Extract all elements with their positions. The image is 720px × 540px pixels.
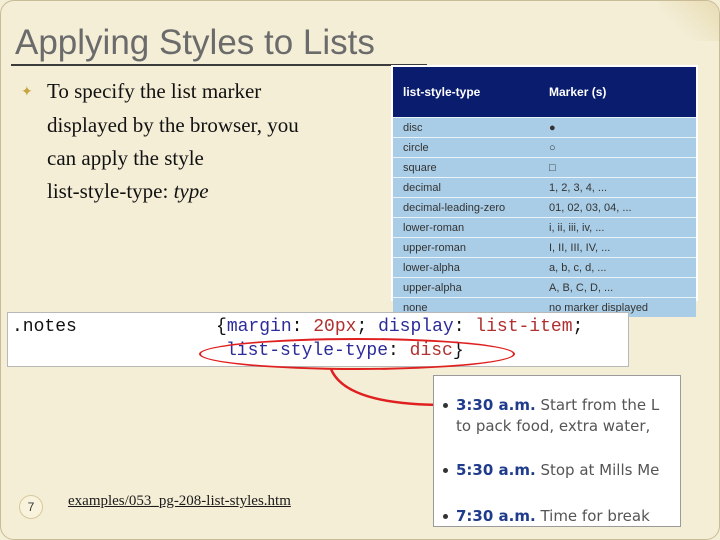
code-line-1: {margin: 20px; display: list-item; <box>216 317 583 337</box>
table-row: decimal-leading-zero 01, 02, 03, 04, ... <box>393 197 696 217</box>
list-style-table: list-style-type Marker (s) disc ● circle ○ s… <box>391 65 698 317</box>
bullet-line-4-italic: type <box>173 179 209 203</box>
table-cell-type: upper-alpha <box>403 281 462 294</box>
table-cell-type: lower-roman <box>403 221 465 234</box>
table-cell-marker: ○ <box>549 141 556 154</box>
list-item: 7:30 a.m. Time for break <box>443 507 650 525</box>
highlight-oval <box>199 338 515 370</box>
code-prop-display: display <box>378 317 454 337</box>
slide: Applying Styles to Lists ✦ To specify the… <box>0 0 720 540</box>
code-semi-2: ; <box>572 317 584 337</box>
table-row: lower-roman i, ii, iii, iv, ... <box>393 217 696 237</box>
bullet-icon: ✦ <box>21 85 33 100</box>
bullet-line-4: list-style-type: <box>47 179 174 203</box>
code-prop-margin: margin <box>226 317 292 337</box>
table-header-marker: Marker (s) <box>549 85 607 99</box>
item-time: 5:30 a.m. <box>456 461 536 479</box>
table-cell-type: lower-alpha <box>403 261 460 274</box>
table-cell-type: decimal <box>403 181 441 194</box>
bullet-text: ✦ To specify the list marker displayed by… <box>21 75 381 208</box>
list-preview: 3:30 a.m. Start from the L to pack food,… <box>433 375 681 527</box>
table-cell-marker: 1, 2, 3, 4, ... <box>549 181 608 194</box>
item-text: Stop at Mills Me <box>535 461 660 479</box>
code-brace-open: { <box>216 317 227 337</box>
table-row: upper-roman I, II, III, IV, ... <box>393 237 696 257</box>
code-colon-2: : <box>453 317 476 337</box>
bullet-line-1: To specify the list marker <box>47 79 262 103</box>
table-row: circle ○ <box>393 137 696 157</box>
table-cell-type: square <box>403 161 437 174</box>
bullet-line-3: can apply the style <box>47 146 204 170</box>
code-val-display: list-item <box>475 317 573 337</box>
table-row: square □ <box>393 157 696 177</box>
item-time: 7:30 a.m. <box>456 507 536 525</box>
disc-marker-icon <box>443 468 448 473</box>
code-val-margin: 20px <box>313 317 357 337</box>
table-header-type: list-style-type <box>403 85 481 99</box>
table-cell-type: disc <box>403 121 423 134</box>
item-text: Start from the L <box>535 396 660 414</box>
example-file-link[interactable]: examples/053_pg-208-list-styles.htm <box>68 493 291 510</box>
table-cell-marker: ● <box>549 121 556 134</box>
list-item: 5:30 a.m. Stop at Mills Me <box>443 461 660 479</box>
list-item-continuation: to pack food, extra water, <box>456 417 651 435</box>
corner-decoration <box>659 1 719 41</box>
table-row: upper-alpha A, B, C, D, ... <box>393 277 696 297</box>
item-time: 3:30 a.m. <box>456 396 536 414</box>
table-row: disc ● <box>393 117 696 137</box>
table-row: lower-alpha a, b, c, d, ... <box>393 257 696 277</box>
table-cell-marker: a, b, c, d, ... <box>549 261 607 274</box>
page-number: 7 <box>19 495 43 519</box>
table-cell-type: circle <box>403 141 429 154</box>
item-text: Time for break <box>535 507 650 525</box>
table-cell-type: upper-roman <box>403 241 466 254</box>
title-underline <box>11 64 427 66</box>
code-colon-1: : <box>291 317 314 337</box>
table-cell-marker: I, II, III, IV, ... <box>549 241 611 254</box>
slide-title: Applying Styles to Lists <box>15 23 375 62</box>
table-cell-marker: A, B, C, D, ... <box>549 281 614 294</box>
table-body: disc ● circle ○ square □ decimal 1, 2, 3, 4, ..… <box>393 117 696 317</box>
code-semi-1: ; <box>356 317 379 337</box>
table-cell-marker: 01, 02, 03, 04, ... <box>549 201 632 214</box>
bullet-line-2: displayed by the browser, you <box>47 113 299 137</box>
disc-marker-icon <box>443 514 448 519</box>
table-cell-marker: i, ii, iii, iv, ... <box>549 221 605 234</box>
list-item: 3:30 a.m. Start from the L <box>443 396 660 414</box>
table-row: decimal 1, 2, 3, 4, ... <box>393 177 696 197</box>
table-cell-marker: □ <box>549 161 556 174</box>
code-selector: .notes <box>12 317 77 337</box>
table-cell-type: decimal-leading-zero <box>403 201 506 214</box>
table-header: list-style-type Marker (s) <box>393 67 696 117</box>
disc-marker-icon <box>443 403 448 408</box>
